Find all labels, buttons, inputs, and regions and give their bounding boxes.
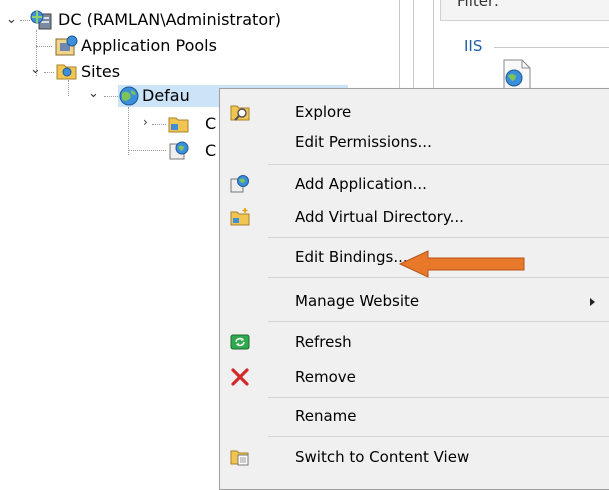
menu-item-rename[interactable]: Rename (220, 401, 609, 431)
submenu-arrow-icon (590, 298, 595, 306)
context-menu: Explore Edit Permissions... Add Applicat… (219, 88, 609, 490)
group-divider (494, 47, 609, 48)
menu-separator (268, 237, 609, 238)
add-virtual-directory-icon (230, 208, 250, 226)
menu-item-edit-permissions[interactable]: Edit Permissions... (220, 127, 609, 157)
menu-item-label: Add Application... (295, 175, 427, 193)
menu-item-label: Rename (295, 407, 357, 425)
menu-item-label: Edit Permissions... (295, 133, 432, 151)
menu-item-label: Remove (295, 368, 356, 386)
pane-splitter[interactable] (413, 0, 414, 88)
refresh-icon (230, 334, 250, 350)
menu-item-remove[interactable]: Remove (220, 362, 609, 392)
tree-connector (128, 107, 129, 155)
application-pools-icon (55, 35, 78, 56)
tree-connector (36, 46, 52, 47)
virtual-directory-icon (168, 117, 189, 133)
menu-separator (268, 164, 609, 165)
menu-item-refresh[interactable]: Refresh (220, 327, 609, 357)
tree-connector (68, 80, 69, 96)
iis-group-label: IIS (464, 37, 483, 55)
add-application-icon (230, 175, 249, 193)
tree-item-application-pools[interactable]: Application Pools (81, 36, 217, 56)
menu-item-label: Switch to Content View (295, 448, 470, 466)
menu-item-add-virtual-directory[interactable]: Add Virtual Directory... (220, 202, 609, 232)
sites-folder-icon (56, 64, 77, 80)
content-view-icon (230, 450, 249, 466)
tree-item-default-web-site[interactable]: Defau (142, 86, 190, 106)
menu-item-label: Add Virtual Directory... (295, 208, 464, 226)
menu-item-switch-to-content-view[interactable]: Switch to Content View (220, 442, 609, 472)
server-globe-icon (30, 10, 52, 30)
tree-item-child-1[interactable]: C (205, 114, 216, 134)
tree-item-server[interactable]: DC (RAMLAN\Administrator) (58, 10, 281, 30)
tree-connector (104, 96, 118, 97)
pane-splitter[interactable] (399, 0, 400, 88)
collapse-chevron-icon[interactable]: ⌄ (88, 84, 99, 104)
menu-separator (268, 436, 609, 437)
menu-item-manage-website[interactable]: Manage Website (220, 286, 609, 316)
menu-separator (268, 397, 609, 398)
explore-folder-icon (230, 105, 250, 121)
tree-connector (152, 124, 166, 125)
pane-splitter[interactable] (433, 0, 434, 88)
tree-item-child-2[interactable]: C (205, 141, 216, 161)
tree-connector (128, 150, 166, 151)
menu-item-label: Explore (295, 103, 352, 121)
menu-item-add-application[interactable]: Add Application... (220, 169, 609, 199)
annotation-arrow (398, 250, 525, 278)
menu-item-label: Manage Website (295, 292, 420, 310)
feature-page-globe-icon[interactable] (496, 58, 536, 90)
collapse-chevron-icon[interactable]: ⌄ (6, 10, 17, 30)
collapse-chevron-icon[interactable]: ⌄ (30, 60, 41, 80)
menu-item-explore[interactable]: Explore (220, 97, 609, 127)
remove-x-icon (231, 368, 249, 386)
menu-item-label: Edit Bindings... (295, 248, 408, 266)
tree-connector (44, 72, 54, 73)
filter-label: Filter: (457, 0, 499, 10)
menu-separator (268, 321, 609, 322)
tree-connector (20, 20, 30, 21)
filter-bar[interactable]: Filter: (440, 0, 609, 21)
application-icon (169, 141, 189, 160)
menu-item-label: Refresh (295, 333, 352, 351)
tree-item-sites[interactable]: Sites (81, 62, 120, 82)
expand-chevron-icon[interactable]: › (143, 112, 148, 132)
website-globe-icon (119, 86, 139, 106)
